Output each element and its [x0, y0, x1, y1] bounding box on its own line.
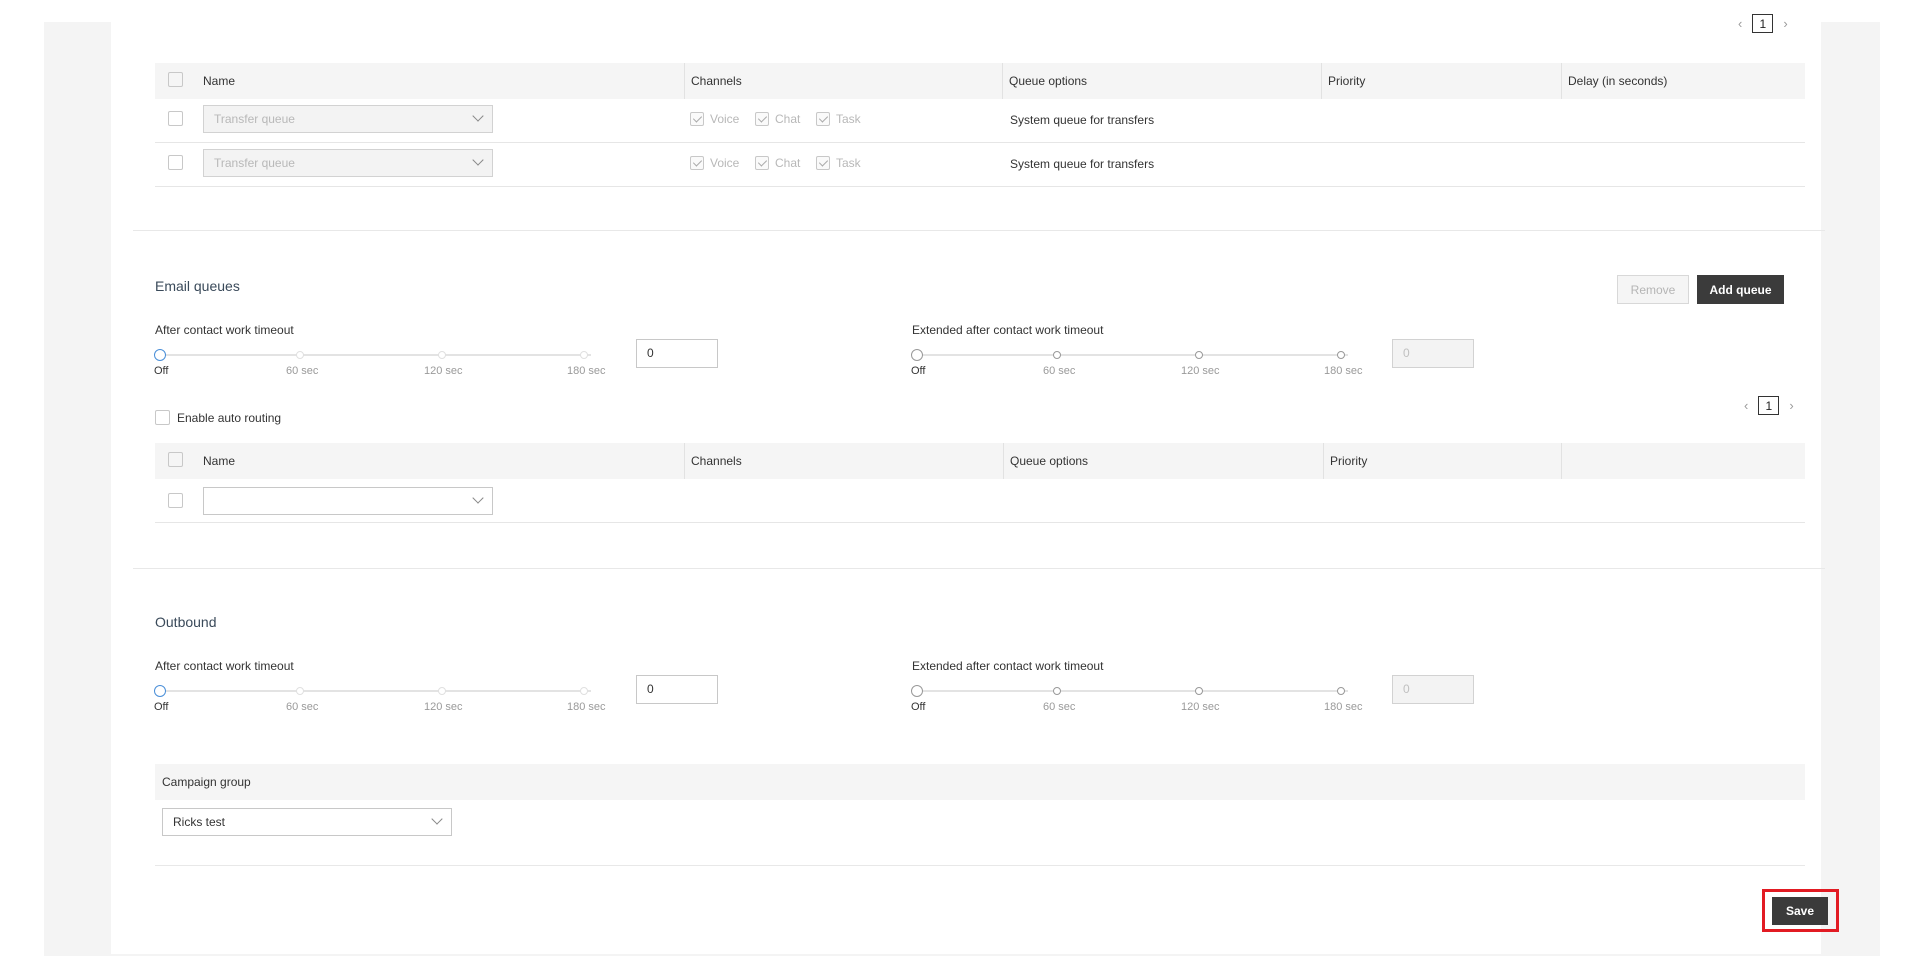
chevron-left-icon[interactable]: ‹: [1738, 16, 1742, 31]
tick-60: 60 sec: [286, 701, 319, 713]
outbound-title: Outbound: [155, 614, 217, 630]
checkmark-icon: [690, 112, 704, 126]
table-row: [155, 479, 1805, 523]
column-channels: Channels: [684, 443, 742, 479]
chevron-down-icon: [472, 110, 484, 122]
extended-acw-label: Extended after contact work timeout: [912, 323, 1104, 337]
chevron-right-icon[interactable]: ›: [1789, 398, 1793, 413]
acw-timeout-label: After contact work timeout: [155, 659, 294, 673]
chat-checkbox[interactable]: Chat: [755, 112, 800, 126]
tick-180: 180 sec: [1324, 365, 1363, 377]
slider-handle[interactable]: [154, 349, 166, 361]
page-number-box[interactable]: 1: [1752, 14, 1774, 33]
enable-auto-routing-label: Enable auto routing: [177, 411, 282, 425]
add-queue-button[interactable]: Add queue: [1697, 275, 1784, 304]
tick-off: Off: [154, 365, 169, 377]
campaign-group-label: Campaign group: [162, 775, 251, 789]
table-row: Transfer queue Voice Chat Task System qu…: [155, 143, 1805, 187]
column-delay: Delay (in seconds): [1561, 63, 1667, 99]
task-checkbox[interactable]: Task: [816, 156, 861, 170]
chat-checkbox[interactable]: Chat: [755, 156, 800, 170]
chevron-left-icon[interactable]: ‹: [1744, 398, 1748, 413]
column-priority: Priority: [1321, 63, 1365, 99]
tick-120: 120 sec: [1181, 365, 1220, 377]
column-name: Name: [203, 454, 236, 468]
tick-off: Off: [911, 701, 926, 713]
select-all-checkbox[interactable]: [168, 72, 183, 87]
campaign-group-header: Campaign group: [155, 764, 1805, 800]
top-pagination: ‹ 1 ›: [1738, 14, 1788, 33]
queue-options-text: System queue for transfers: [1010, 157, 1155, 171]
column-channels: Channels: [684, 63, 742, 99]
tick-120: 120 sec: [1181, 701, 1220, 713]
checkmark-icon: [816, 112, 830, 126]
extended-acw-slider[interactable]: Off 60 sec 120 sec 180 sec: [911, 347, 1371, 387]
chevron-down-icon: [472, 154, 484, 166]
table-row: Transfer queue Voice Chat Task System qu…: [155, 99, 1805, 143]
tick-120: 120 sec: [424, 365, 463, 377]
checkmark-icon: [690, 156, 704, 170]
transfer-table-header: Name Channels Queue options Priority Del…: [155, 63, 1805, 99]
email-pagination: ‹ 1 ›: [1744, 396, 1794, 415]
remove-button[interactable]: Remove: [1617, 275, 1689, 304]
save-button[interactable]: Save: [1772, 897, 1828, 925]
column-name: Name: [203, 74, 236, 88]
tick-120: 120 sec: [424, 701, 463, 713]
page-number-box[interactable]: 1: [1758, 396, 1780, 415]
column-queue-options: Queue options: [1003, 443, 1088, 479]
task-checkbox[interactable]: Task: [816, 112, 861, 126]
select-all-checkbox[interactable]: [168, 452, 183, 467]
queue-select[interactable]: Transfer queue: [203, 105, 493, 133]
checkmark-icon: [816, 156, 830, 170]
acw-timeout-label: After contact work timeout: [155, 323, 294, 337]
slider-handle[interactable]: [911, 349, 923, 361]
row-checkbox[interactable]: [168, 111, 183, 126]
checkmark-icon: [755, 156, 769, 170]
extended-acw-label: Extended after contact work timeout: [912, 659, 1104, 673]
column-queue-options: Queue options: [1002, 63, 1087, 99]
tick-off: Off: [911, 365, 926, 377]
slider-handle[interactable]: [911, 685, 923, 697]
acw-timeout-slider[interactable]: Off 60 sec 120 sec 180 sec: [154, 347, 614, 387]
row-checkbox[interactable]: [168, 493, 183, 508]
column-priority: Priority: [1323, 443, 1367, 479]
section-divider: [133, 568, 1825, 569]
tick-60: 60 sec: [286, 365, 319, 377]
tick-180: 180 sec: [567, 365, 606, 377]
chevron-right-icon[interactable]: ›: [1783, 16, 1787, 31]
queue-options-text: System queue for transfers: [1010, 113, 1155, 127]
outbound-extended-acw-input[interactable]: 0: [1392, 675, 1474, 704]
voice-checkbox[interactable]: Voice: [690, 112, 739, 126]
tick-off: Off: [154, 701, 169, 713]
tick-180: 180 sec: [1324, 701, 1363, 713]
email-table-header: Name Channels Queue options Priority: [155, 443, 1805, 479]
checkmark-icon: [755, 112, 769, 126]
outbound-acw-input[interactable]: 0: [636, 675, 718, 704]
email-queue-select[interactable]: [203, 487, 493, 515]
chevron-down-icon: [431, 813, 443, 825]
column-empty: [1561, 443, 1568, 479]
voice-checkbox[interactable]: Voice: [690, 156, 739, 170]
queue-select[interactable]: Transfer queue: [203, 149, 493, 177]
section-divider: [155, 865, 1805, 866]
chevron-down-icon: [472, 492, 484, 504]
email-queues-title: Email queues: [155, 278, 240, 294]
acw-timeout-input[interactable]: 0: [636, 339, 718, 368]
extended-acw-input[interactable]: 0: [1392, 339, 1474, 368]
outbound-acw-slider[interactable]: Off 60 sec 120 sec 180 sec: [154, 683, 614, 723]
section-divider: [133, 230, 1825, 231]
tick-180: 180 sec: [567, 701, 606, 713]
tick-60: 60 sec: [1043, 365, 1076, 377]
tick-60: 60 sec: [1043, 701, 1076, 713]
slider-handle[interactable]: [154, 685, 166, 697]
row-checkbox[interactable]: [168, 155, 183, 170]
campaign-group-select[interactable]: Ricks test: [162, 808, 452, 836]
enable-auto-routing-checkbox[interactable]: [155, 410, 170, 425]
outbound-extended-acw-slider[interactable]: Off 60 sec 120 sec 180 sec: [911, 683, 1371, 723]
